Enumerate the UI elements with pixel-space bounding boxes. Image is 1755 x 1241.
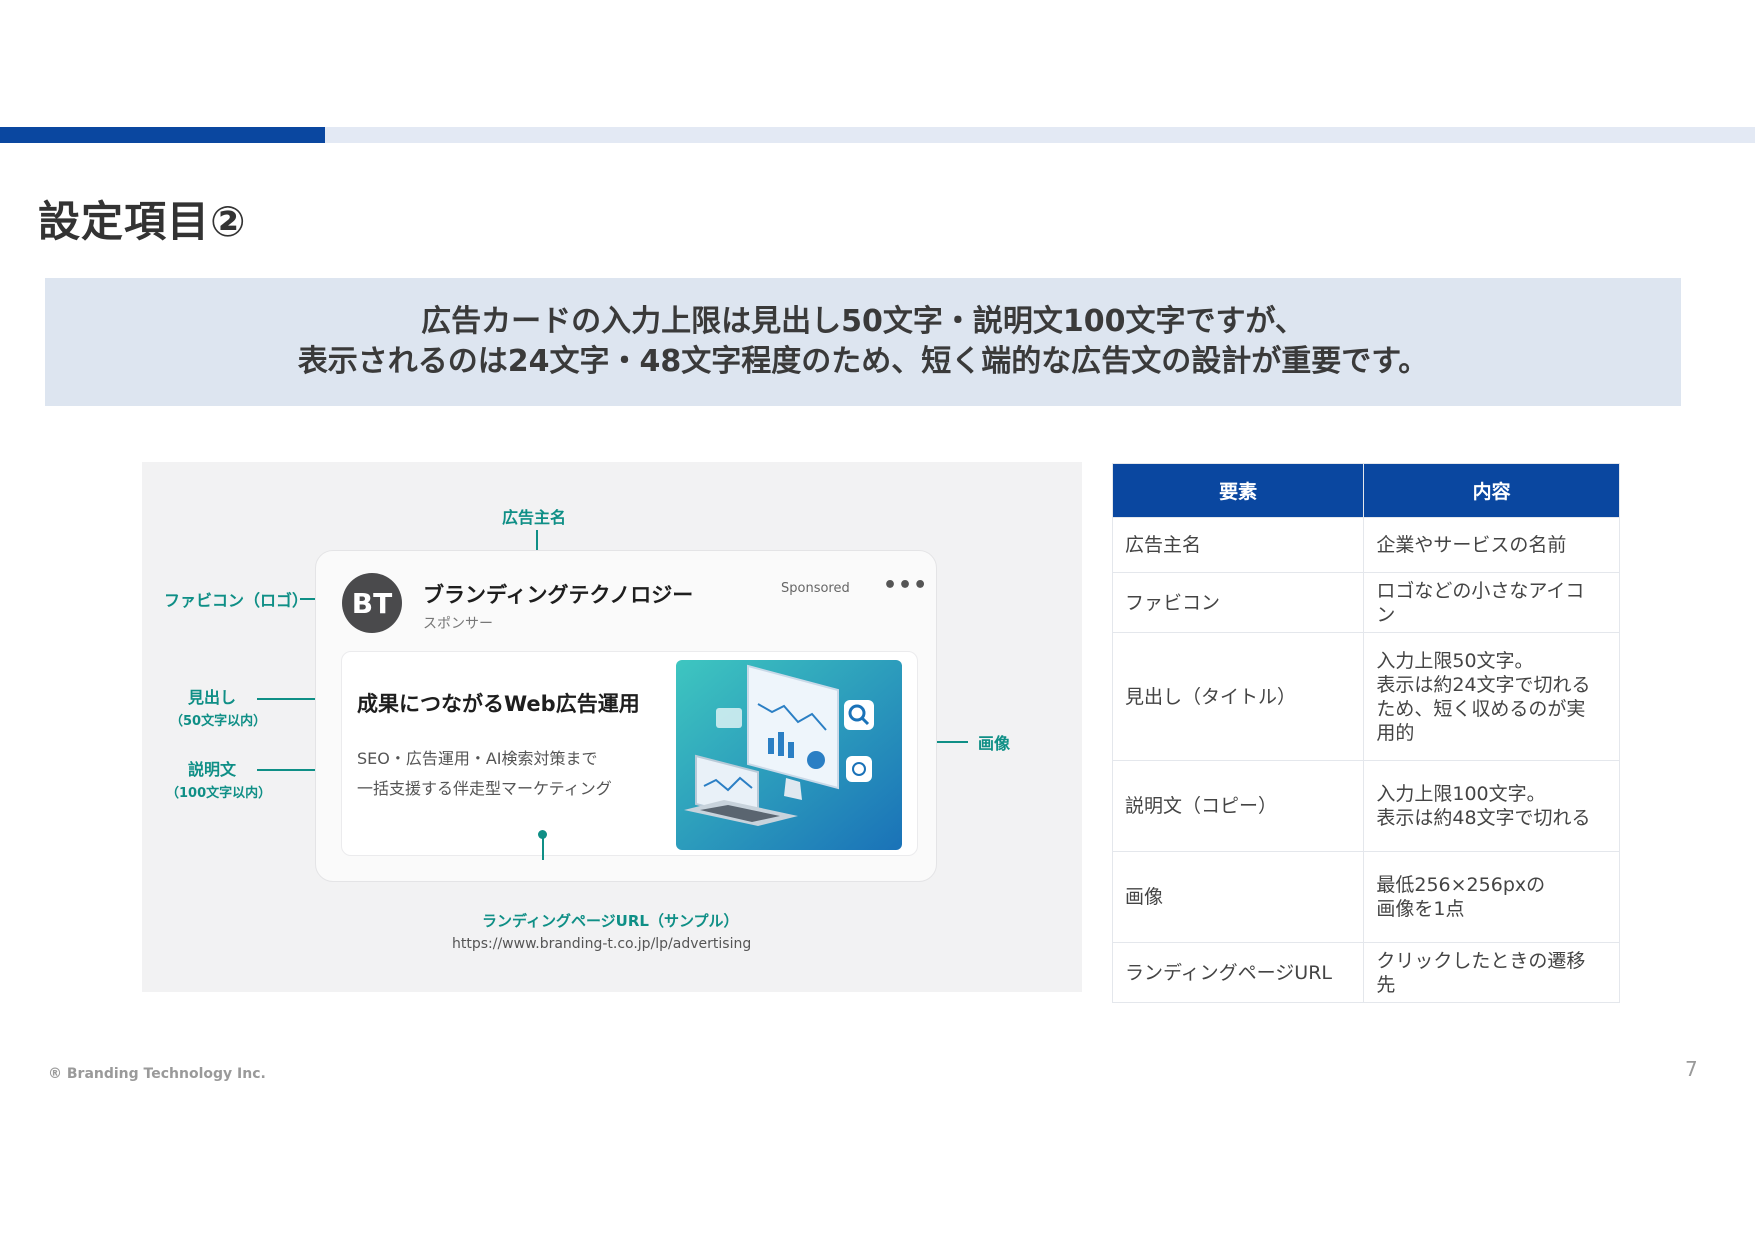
key-message-line-1: 広告カードの入力上限は見出し50文字・説明文100文字ですが、 — [421, 304, 1305, 339]
dashboard-illustration-icon — [676, 660, 902, 850]
annotation-dot-url — [538, 830, 547, 839]
ad-image-illustration — [676, 660, 902, 850]
table-cell-content: 企業やサービスの名前 — [1363, 517, 1620, 573]
annotation-advertiser: 広告主名 — [502, 508, 567, 527]
ad-description-line-2: 一括支援する伴走型マーケティング — [357, 779, 612, 798]
table-cell-element: 画像 — [1111, 851, 1365, 943]
annotation-headline-limit: （50文字以内） — [170, 714, 267, 729]
ad-card: BT ブランディングテクノロジー スポンサー Sponsored ••• 成果に… — [315, 550, 937, 882]
page-number: 7 — [1685, 1057, 1698, 1081]
annotation-favicon: ファビコン（ロゴ） — [164, 591, 309, 610]
table-cell-content: 入力上限50文字。 表示は約24文字で切れる ため、短く収めるのが実 用的 — [1363, 632, 1620, 761]
table-cell-element: ファビコン — [1111, 572, 1365, 633]
key-message-line-2: 表示されるのは24文字・48文字程度のため、短く端的な広告文の設計が重要です。 — [297, 344, 1429, 379]
header-rule-bar — [325, 127, 1755, 143]
annotation-description: 説明文 — [188, 760, 237, 779]
ad-elements-table: 要素 内容 広告主名 企業やサービスの名前 ファビコン ロゴなどの小さなアイコ … — [1111, 463, 1620, 1003]
annotation-landing-url: ランディングページURL（サンプル） — [482, 912, 739, 930]
ad-description-line-1: SEO・広告運用・AI検索対策まで — [357, 749, 598, 768]
key-message-box: 広告カードの入力上限は見出し50文字・説明文100文字ですが、 表示されるのは2… — [45, 278, 1681, 406]
sponsored-badge: Sponsored — [781, 581, 850, 596]
header-accent-bar — [0, 127, 325, 143]
table-row: ファビコン ロゴなどの小さなアイコ ン — [1111, 572, 1620, 633]
ad-headline: 成果につながるWeb広告運用 — [357, 692, 640, 716]
table-row: 画像 最低256×256pxの 画像を1点 — [1111, 851, 1620, 943]
table-row: 広告主名 企業やサービスの名前 — [1111, 517, 1620, 573]
ad-content-box[interactable]: 成果につながるWeb広告運用 SEO・広告運用・AI検索対策まで 一括支援する伴… — [341, 651, 918, 856]
table-cell-content: 最低256×256pxの 画像を1点 — [1363, 851, 1620, 943]
table-cell-element: 説明文（コピー） — [1111, 760, 1365, 852]
table-row: 説明文（コピー） 入力上限100文字。 表示は約48文字で切れる — [1111, 760, 1620, 852]
table-cell-element: 見出し（タイトル） — [1111, 632, 1365, 761]
ad-card-figure: 広告主名 ファビコン（ロゴ） 見出し （50文字以内） 説明文 （100文字以内… — [142, 462, 1082, 992]
advertiser-avatar: BT — [342, 573, 402, 633]
sponsor-label: スポンサー — [423, 616, 493, 632]
table-cell-content: 入力上限100文字。 表示は約48文字で切れる — [1363, 760, 1620, 852]
more-options-icon[interactable]: ••• — [883, 573, 928, 598]
slide-title: 設定項目② — [38, 197, 247, 246]
annotation-image: 画像 — [978, 734, 1011, 753]
copyright-footer: ® Branding Technology Inc. — [48, 1066, 266, 1082]
ad-description: SEO・広告運用・AI検索対策まで 一括支援する伴走型マーケティング — [357, 744, 612, 804]
table-header-element: 要素 — [1111, 463, 1365, 518]
table-cell-element: 広告主名 — [1111, 517, 1365, 573]
table-cell-element: ランディングページURL — [1111, 942, 1365, 1003]
landing-url-text[interactable]: https://www.branding-t.co.jp/lp/advertis… — [452, 936, 751, 952]
table-cell-content: ロゴなどの小さなアイコ ン — [1363, 572, 1620, 633]
table-row: ランディングページURL クリックしたときの遷移 先 — [1111, 942, 1620, 1003]
advertiser-name: ブランディングテクノロジー — [423, 583, 694, 607]
table-header-content: 内容 — [1363, 463, 1620, 518]
table-header-row: 要素 内容 — [1111, 463, 1620, 518]
annotation-headline: 見出し — [188, 688, 237, 707]
table-cell-content: クリックしたときの遷移 先 — [1363, 942, 1620, 1003]
table-row: 見出し（タイトル） 入力上限50文字。 表示は約24文字で切れる ため、短く収め… — [1111, 632, 1620, 761]
annotation-description-limit: （100文字以内） — [166, 786, 272, 801]
